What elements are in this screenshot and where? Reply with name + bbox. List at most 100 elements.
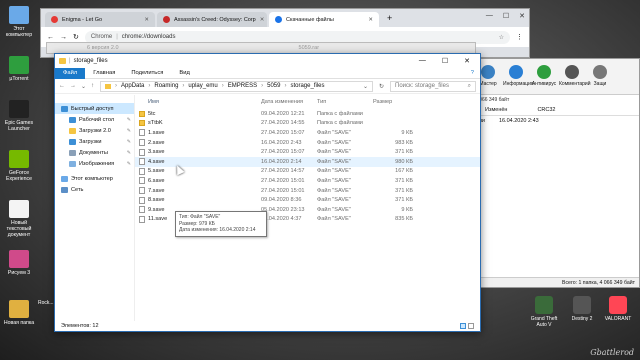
nav-item[interactable]: Рабочий стол ✎ (55, 114, 134, 125)
nav-item[interactable]: Загрузки 2.0 ✎ (55, 125, 134, 136)
file-row[interactable]: 8.save 09.04.2020 8:36 Файл "SAVE" 371 КБ (135, 195, 480, 205)
back-icon[interactable]: ← (59, 83, 65, 90)
tab-close-icon[interactable]: ✕ (368, 17, 373, 23)
nav-item[interactable]: Быстрый доступ (55, 103, 134, 114)
col-size[interactable]: Размер (373, 99, 413, 105)
explorer-titlebar[interactable]: | storage_files — ☐ ✕ (55, 54, 480, 68)
breadcrumb-item[interactable]: uplay_emu (188, 83, 217, 89)
file-row[interactable]: 7.save 27.04.2020 15:01 Файл "SAVE" 371 КБ (135, 186, 480, 196)
file-type: Файл "SAVE" (317, 177, 351, 184)
desktop-icon[interactable]: Новая папка (2, 300, 36, 326)
chrome-tab[interactable]: Enigma - Let Go ✕ (45, 12, 155, 27)
navigation-pane: Быстрый доступ Рабочий стол ✎ Загрузки 2.0 ✎… (55, 95, 135, 321)
file-name: 7.save (148, 187, 165, 194)
file-type: Файл "SAVE" (317, 158, 351, 165)
nav-item[interactable]: Сеть (55, 184, 134, 195)
file-row[interactable]: sTtbK 27.04.2020 14:55 Папка с файлами (135, 119, 480, 129)
help-icon[interactable]: ? (471, 70, 480, 76)
close-icon[interactable]: ✕ (464, 57, 470, 65)
chrome-tab[interactable]: Скачанные файлы ✕ (269, 12, 379, 27)
nav-item[interactable]: Изображения ✎ (55, 158, 134, 169)
desktop-game-icon[interactable]: VALORANT (602, 296, 634, 322)
file-row[interactable]: 2.save 16.04.2020 2:43 Файл "SAVE" 983 КБ (135, 138, 480, 148)
col-type[interactable]: Тип (317, 99, 373, 105)
game-logo-icon (535, 296, 553, 314)
minimize-icon[interactable]: — (419, 57, 426, 65)
file-row[interactable]: 4.save 16.04.2020 2:14 Файл "SAVE" 980 КБ (135, 156, 480, 167)
minimize-icon[interactable]: — (486, 12, 493, 20)
archive-tool-button[interactable]: Информация (503, 65, 534, 94)
large-icons-view-icon[interactable] (468, 323, 474, 329)
reload-icon[interactable]: ↻ (73, 33, 79, 41)
maximize-icon[interactable]: ☐ (442, 57, 448, 65)
tab-close-icon[interactable]: ✕ (144, 17, 149, 23)
breadcrumb-item[interactable]: EMPRESS (228, 83, 257, 89)
breadcrumb-separator-icon: › (221, 83, 224, 89)
ribbon-tab-home[interactable]: Главная (85, 68, 123, 79)
maximize-icon[interactable]: ☐ (503, 12, 509, 20)
file-size: 167 КБ (395, 168, 413, 175)
archive-col-modified[interactable]: Изменён (485, 107, 507, 113)
archive-tool-button[interactable]: Защи (587, 65, 613, 94)
up-icon[interactable]: ↑ (91, 83, 94, 90)
ribbon-tab-file[interactable]: Файл (55, 67, 86, 79)
col-name-label: Имя (148, 99, 159, 105)
file-row[interactable]: 5tc 09.04.2020 12:21 Папка с файлами (135, 109, 480, 119)
star-icon[interactable]: ☆ (499, 34, 504, 41)
file-row[interactable]: 3.save 27.04.2020 15:07 Файл "SAVE" 371 КБ (135, 147, 480, 157)
forward-icon[interactable]: → (70, 83, 76, 90)
details-view-icon[interactable] (460, 323, 466, 329)
menu-icon[interactable]: ⋮ (516, 33, 523, 41)
ribbon-tab-view[interactable]: Вид (171, 68, 198, 79)
breadcrumb-item[interactable]: Roaming (154, 83, 178, 89)
explorer-window[interactable]: | storage_files — ☐ ✕ Файл Главная Подел… (54, 53, 481, 332)
file-name-cell: 7.save (139, 187, 261, 195)
file-date: 27.04.2020 15:01 (261, 187, 305, 194)
desktop-icon[interactable]: Новый текстовый документ (2, 200, 36, 238)
ribbon-tab-share[interactable]: Поделиться (123, 68, 171, 79)
tab-close-icon[interactable]: ✕ (260, 17, 265, 23)
back-icon[interactable]: ← (47, 34, 54, 41)
background-window-title: 6 версия 2.0 (87, 45, 119, 51)
chevron-down-icon[interactable]: ⌄ (363, 83, 368, 90)
file-list-header: Имя Дата изменения Тип Размер (135, 95, 480, 109)
col-name[interactable]: Имя (139, 99, 261, 105)
new-tab-button[interactable]: + (381, 13, 398, 23)
breadcrumb-item[interactable]: storage_files (290, 83, 324, 89)
nav-item[interactable]: Этот компьютер (55, 173, 134, 184)
search-input[interactable]: Поиск: storage_files ⌕ (390, 80, 476, 92)
refresh-icon[interactable]: ↻ (379, 83, 384, 90)
col-date[interactable]: Дата изменения (261, 99, 317, 105)
chrome-tab[interactable]: Assassin's Creed: Odyssey: Corp ✕ (157, 12, 267, 27)
archive-row[interactable]: ими 16.04.2020 2:43 (471, 116, 639, 126)
chrome-window-controls: — ☐ ✕ (486, 12, 525, 20)
file-date: 27.04.2020 14:57 (261, 168, 305, 175)
desktop-icon[interactable]: Epic Games Launcher (2, 100, 36, 132)
archive-window[interactable]: Мастер Информация Антивирус Комментарий Защи… (470, 58, 640, 288)
desktop-icon[interactable]: Этот компьютер (2, 6, 36, 38)
file-icon (139, 167, 145, 175)
file-date: 27.04.2020 14:55 (261, 120, 305, 127)
file-icon (139, 177, 145, 185)
desktop-icon[interactable]: Рисуем 3 (2, 250, 36, 276)
breadcrumb-item[interactable]: AppData (121, 83, 144, 89)
desktop-game-icon[interactable]: Destiny 2 (566, 296, 598, 322)
breadcrumb-item[interactable]: 5059 (267, 83, 280, 89)
breadcrumb[interactable]: › AppData › Roaming › uplay_emu › EMPRESS › 5059 ›… (100, 80, 373, 92)
desktop-icon[interactable]: µTorrent (2, 56, 36, 82)
desktop-game-icon[interactable]: Grand Theft Auto V (528, 296, 560, 328)
file-row[interactable]: 1.save 27.04.2020 15:07 Файл "SAVE" 9 КБ (135, 128, 480, 138)
chevron-down-icon[interactable]: ⌄ (81, 83, 86, 90)
nav-item[interactable]: Загрузки ✎ (55, 136, 134, 147)
archive-tool-icon (537, 65, 551, 79)
nav-item[interactable]: Документы ✎ (55, 147, 134, 158)
file-row[interactable]: 5.save 27.04.2020 14:57 Файл "SAVE" 167 КБ (135, 167, 480, 177)
close-icon[interactable]: ✕ (519, 12, 525, 20)
archive-tool-button[interactable]: Комментарий (559, 65, 591, 94)
archive-col-crc[interactable]: CRC32 (537, 107, 555, 113)
archive-tool-button[interactable]: Антивирус (531, 65, 557, 94)
desktop-icon-label: µTorrent (9, 76, 29, 82)
desktop-icon[interactable]: GeForce Experience (2, 150, 36, 182)
forward-icon[interactable]: → (60, 34, 67, 41)
file-row[interactable]: 6.save 27.04.2020 15:01 Файл "SAVE" 371 КБ (135, 176, 480, 186)
